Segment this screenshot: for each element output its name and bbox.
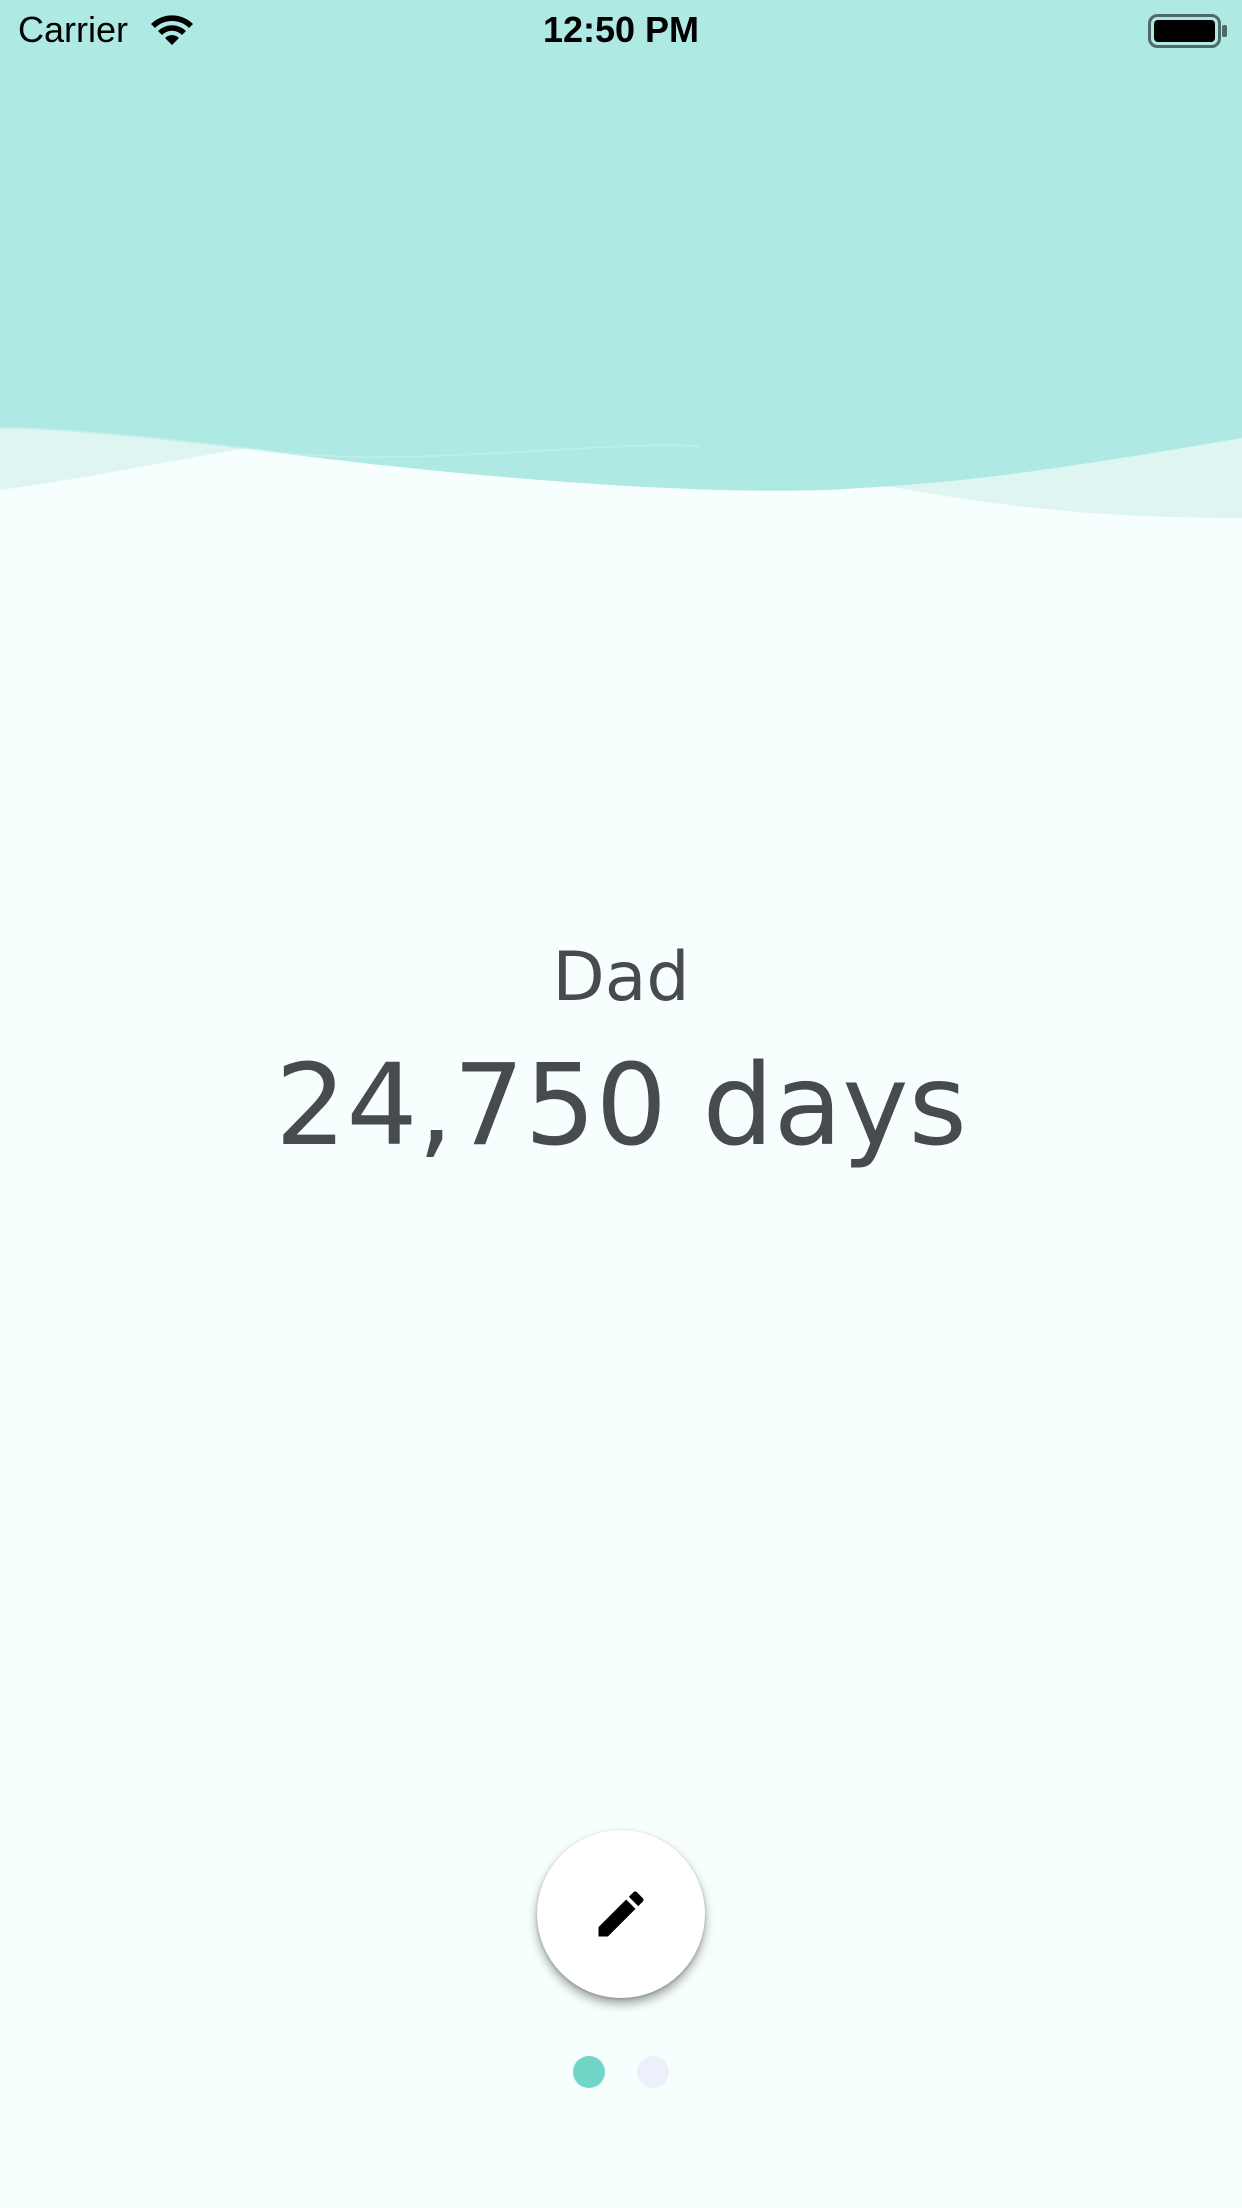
- status-bar: Carrier 12:50 PM: [0, 0, 1242, 60]
- battery-icon: [1148, 14, 1227, 48]
- person-name: Dad: [552, 938, 690, 1017]
- status-time: 12:50 PM: [542, 9, 700, 50]
- screen: Carrier 12:50 PM Dad 24,750 days: [0, 0, 1242, 2208]
- day-count: 24,750 days: [275, 1041, 967, 1171]
- edit-button[interactable]: [537, 1830, 705, 1998]
- counter-display: Dad 24,750 days: [0, 930, 1242, 1186]
- header-wave-background: [0, 0, 1242, 540]
- page-indicator: [0, 2056, 1242, 2090]
- page-dot-inactive[interactable]: [636, 2056, 669, 2088]
- page-dot-active[interactable]: [573, 2056, 606, 2088]
- pencil-icon: [598, 1891, 644, 1937]
